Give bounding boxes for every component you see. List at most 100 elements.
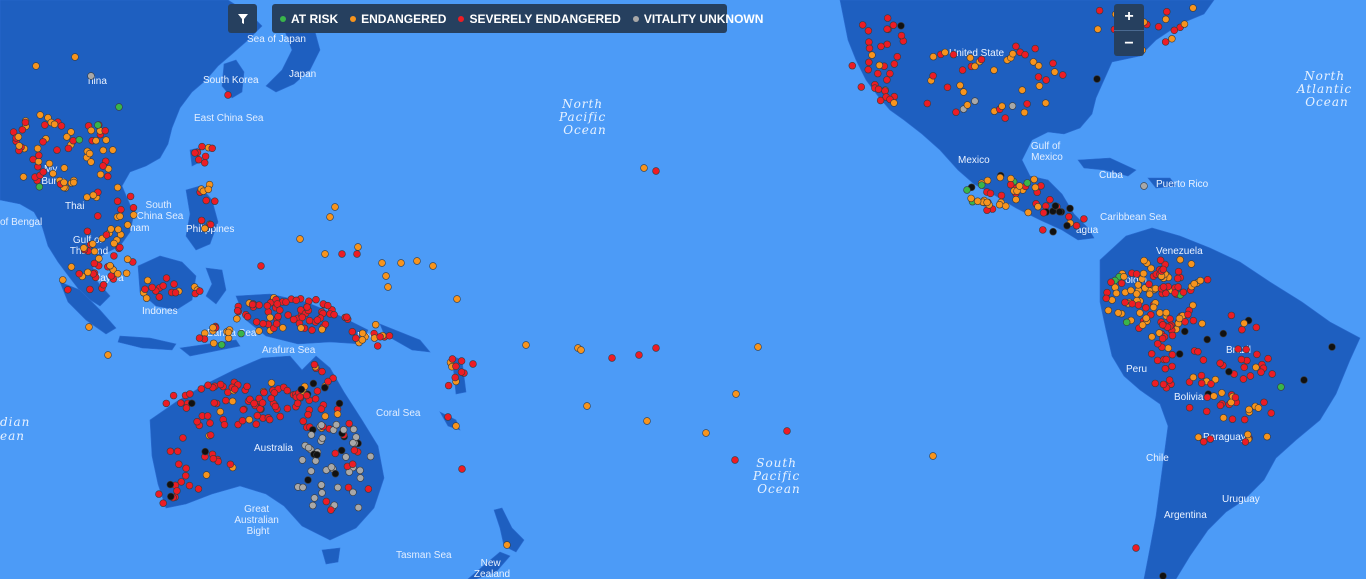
language-marker[interactable] [886, 69, 894, 78]
language-marker[interactable] [35, 183, 44, 191]
language-marker[interactable] [1149, 303, 1158, 311]
language-marker[interactable] [282, 298, 290, 306]
language-marker[interactable] [1161, 365, 1170, 373]
language-marker[interactable] [1219, 329, 1228, 338]
language-marker[interactable] [36, 111, 44, 119]
language-marker[interactable] [83, 193, 91, 201]
language-marker[interactable] [583, 402, 591, 410]
language-marker[interactable] [1196, 276, 1205, 285]
language-marker[interactable] [202, 471, 211, 479]
language-marker[interactable] [382, 272, 390, 280]
language-marker[interactable] [113, 183, 122, 192]
language-marker[interactable] [429, 262, 437, 270]
language-marker[interactable] [1206, 435, 1215, 443]
language-marker[interactable] [197, 385, 206, 393]
language-marker[interactable] [210, 399, 218, 407]
language-marker[interactable] [310, 494, 319, 502]
language-marker[interactable] [1136, 309, 1144, 317]
language-marker[interactable] [1018, 86, 1026, 94]
language-marker[interactable] [99, 162, 107, 170]
language-marker[interactable] [317, 421, 326, 429]
language-marker[interactable] [318, 367, 326, 376]
language-marker[interactable] [312, 296, 320, 304]
language-marker[interactable] [334, 483, 342, 492]
language-marker[interactable] [321, 412, 329, 420]
language-marker[interactable] [990, 66, 998, 74]
language-marker[interactable] [883, 25, 891, 33]
language-marker[interactable] [1197, 379, 1206, 387]
language-marker[interactable] [865, 38, 873, 46]
language-marker[interactable] [123, 255, 132, 263]
language-marker[interactable] [1164, 344, 1173, 352]
language-marker[interactable] [354, 243, 362, 251]
language-marker[interactable] [1225, 368, 1233, 376]
language-marker[interactable] [39, 168, 47, 176]
language-marker[interactable] [274, 312, 282, 321]
language-marker[interactable] [308, 326, 316, 334]
language-marker[interactable] [1055, 208, 1064, 216]
language-marker[interactable] [997, 191, 1006, 200]
language-marker[interactable] [448, 355, 457, 363]
language-marker[interactable] [218, 341, 226, 349]
language-marker[interactable] [385, 332, 394, 340]
language-marker[interactable] [210, 339, 218, 347]
language-marker[interactable] [1020, 108, 1029, 117]
language-marker[interactable] [326, 213, 334, 221]
language-marker[interactable] [196, 287, 204, 295]
language-marker[interactable] [195, 334, 204, 342]
language-marker[interactable] [271, 402, 280, 411]
language-marker[interactable] [331, 449, 339, 458]
language-marker[interactable] [311, 395, 320, 403]
language-marker[interactable] [296, 235, 304, 243]
language-marker[interactable] [299, 417, 307, 425]
language-marker[interactable] [1034, 203, 1042, 211]
language-marker[interactable] [967, 194, 975, 203]
language-marker[interactable] [1168, 351, 1177, 359]
language-marker[interactable] [1008, 102, 1017, 110]
language-marker[interactable] [209, 324, 217, 332]
language-marker[interactable] [883, 40, 891, 48]
language-marker[interactable] [1161, 38, 1170, 46]
language-marker[interactable] [94, 121, 102, 129]
language-marker[interactable] [273, 300, 281, 308]
language-marker[interactable] [1122, 318, 1131, 326]
language-marker[interactable] [1246, 372, 1255, 380]
language-marker[interactable] [1128, 300, 1136, 308]
language-marker[interactable] [1035, 82, 1044, 90]
language-marker[interactable] [67, 263, 76, 271]
language-marker[interactable] [1132, 270, 1141, 278]
language-marker[interactable] [185, 481, 194, 490]
language-marker[interactable] [69, 137, 77, 145]
language-marker[interactable] [60, 178, 68, 187]
language-marker[interactable] [266, 313, 274, 322]
language-marker[interactable] [1102, 294, 1110, 302]
language-marker[interactable] [69, 178, 78, 187]
language-marker[interactable] [177, 399, 185, 407]
language-marker[interactable] [90, 247, 99, 256]
language-marker[interactable] [1253, 350, 1261, 359]
filter-button[interactable] [228, 4, 257, 33]
language-marker[interactable] [253, 412, 261, 420]
language-marker[interactable] [83, 227, 92, 236]
language-marker[interactable] [292, 296, 300, 304]
language-marker[interactable] [324, 301, 332, 310]
language-marker[interactable] [166, 480, 175, 489]
language-marker[interactable] [1041, 99, 1050, 107]
language-marker[interactable] [1181, 327, 1189, 336]
language-marker[interactable] [1219, 414, 1228, 422]
language-marker[interactable] [21, 118, 30, 127]
language-marker[interactable] [313, 316, 322, 324]
language-marker[interactable] [1168, 35, 1176, 43]
language-marker[interactable] [169, 391, 178, 400]
language-marker[interactable] [1268, 370, 1276, 378]
language-marker[interactable] [324, 377, 332, 386]
language-marker[interactable] [322, 497, 330, 506]
language-marker[interactable] [1007, 174, 1015, 183]
language-marker[interactable] [129, 204, 138, 212]
language-marker[interactable] [1239, 375, 1248, 383]
language-marker[interactable] [1162, 355, 1170, 364]
language-marker[interactable] [233, 307, 242, 315]
language-marker[interactable] [353, 250, 361, 258]
language-marker[interactable] [204, 412, 212, 420]
language-marker[interactable] [577, 346, 585, 354]
